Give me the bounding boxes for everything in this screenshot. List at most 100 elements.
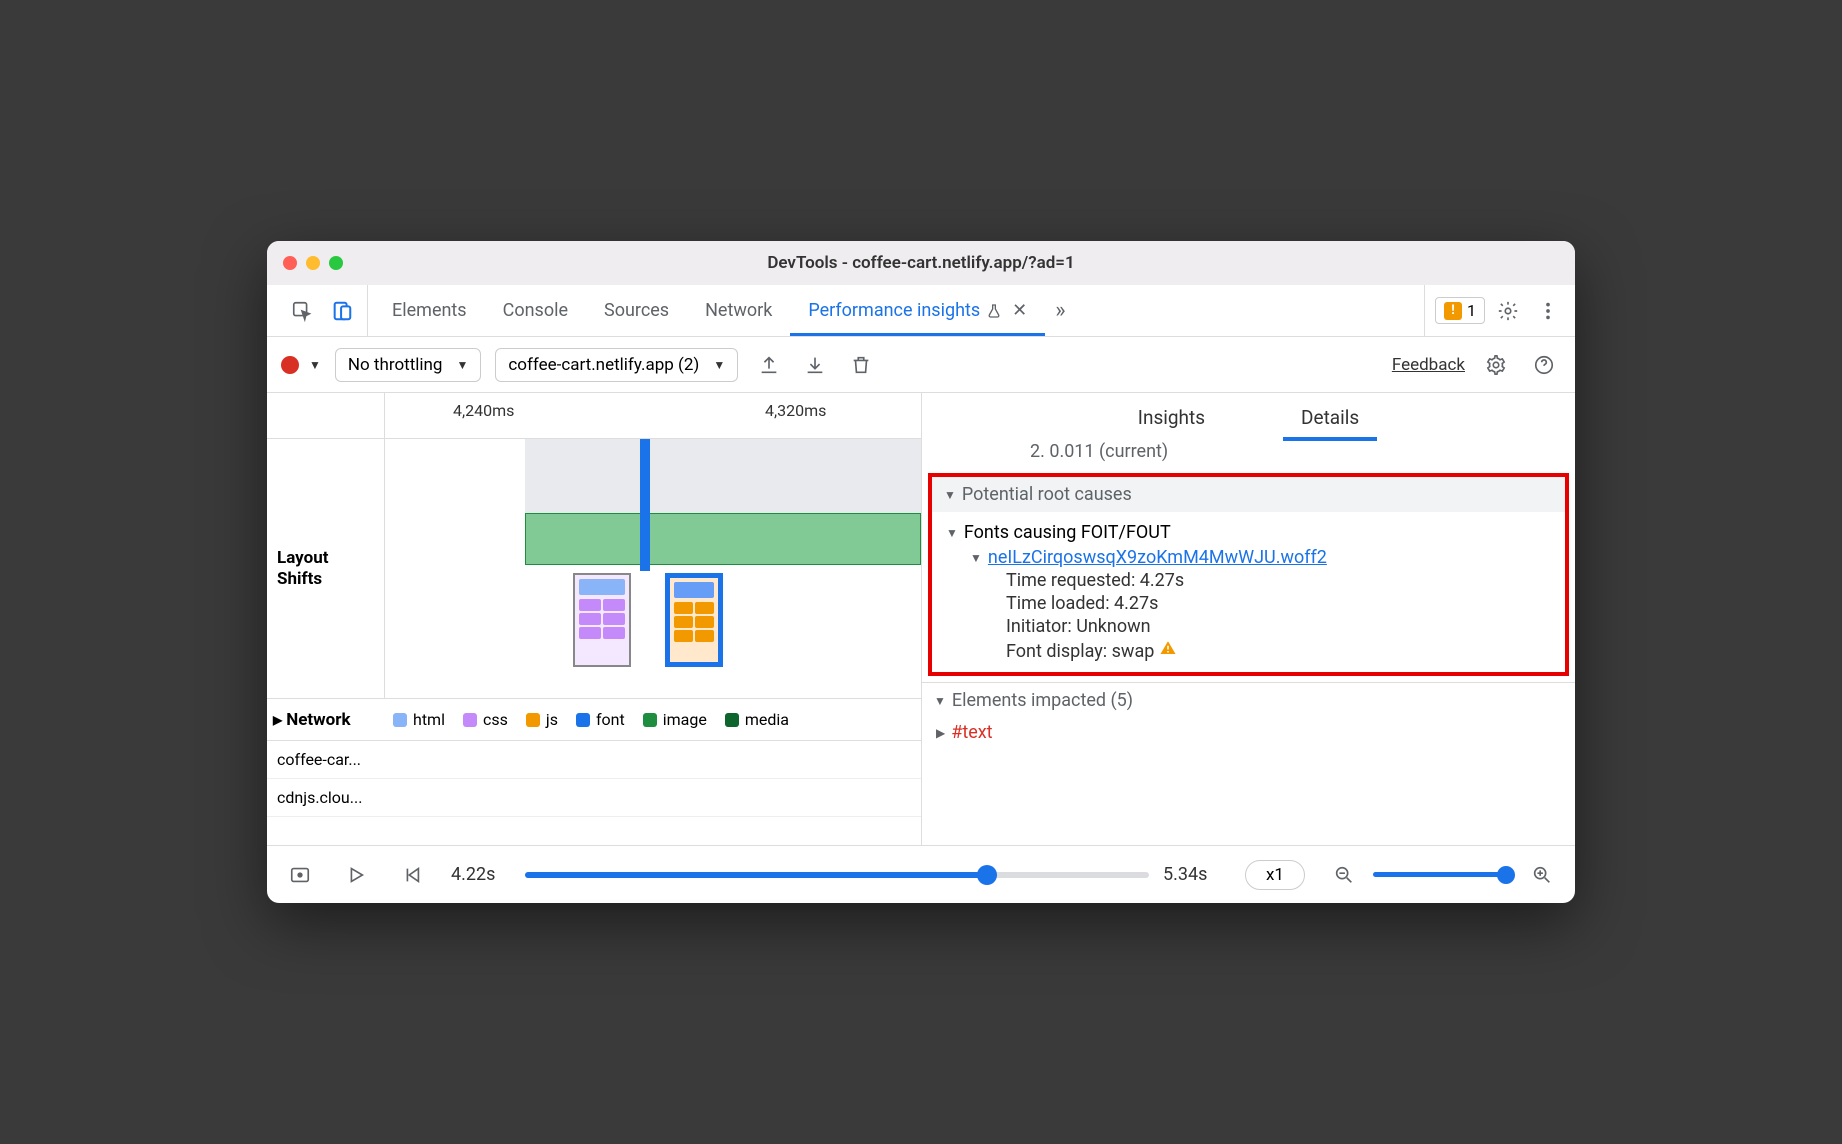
close-window-button[interactable] [283,256,297,270]
more-tabs-button[interactable]: » [1045,285,1075,336]
details-pane: Insights Details 2. 0.011 (current) ▼ Po… [922,393,1575,845]
panel-tab-bar: Elements Console Sources Network Perform… [267,285,1575,337]
record-icon [281,356,299,374]
network-items: coffee-car... cdnjs.clou... [267,741,921,817]
time-requested-row: Time requested: 4.27s [946,568,1551,591]
tab-elements[interactable]: Elements [374,285,485,336]
screenshot-toggle-button[interactable] [283,858,317,892]
zoom-slider[interactable] [1373,872,1513,877]
device-toolbar-button[interactable] [325,294,359,328]
help-button[interactable] [1527,348,1561,382]
legend-item-html: html [393,710,445,729]
network-item[interactable]: coffee-car... [267,741,921,779]
title-bar: DevTools - coffee-cart.netlify.app/?ad=1 [267,241,1575,285]
font-file-link[interactable]: neILzCirqoswsqX9zoKmM4MwWJU.woff2 [988,547,1327,568]
ls-region [525,439,921,513]
scrub-track[interactable] [525,872,1149,878]
delete-button[interactable] [844,348,878,382]
throttling-select[interactable]: No throttling ▼ [335,348,481,382]
root-causes-highlight: ▼ Potential root causes ▼ Fonts causing … [928,473,1569,676]
tab-performance-insights[interactable]: Performance insights ✕ [790,285,1045,336]
timeline-pane: 4,240ms 4,320ms Layout Shifts [267,393,922,845]
tab-details[interactable]: Details [1283,393,1377,441]
timeline-scrubber[interactable]: 4.22s 5.34s [451,864,1223,885]
playback-speed[interactable]: x1 [1245,860,1305,890]
tab-label: Elements [392,300,467,321]
chevron-down-icon: ▼ [309,358,321,372]
tab-insights[interactable]: Insights [1120,393,1223,441]
network-item[interactable]: cdnjs.clou... [267,779,921,817]
scrub-start-time: 4.22s [451,864,511,885]
tick-label: 4,320ms [765,401,826,420]
playback-bar: 4.22s 5.34s x1 [267,845,1575,903]
zoom-out-button[interactable] [1327,858,1361,892]
tab-label: Sources [604,300,669,321]
chevron-down-icon: ▼ [713,358,725,372]
chevron-down-icon: ▼ [934,694,946,708]
layout-shift-thumb-selected[interactable] [665,573,723,667]
record-button[interactable]: ▼ [281,356,321,374]
layout-shift-thumb[interactable] [573,573,631,667]
row-label: Layout Shifts [267,439,385,698]
download-button[interactable] [798,348,832,382]
legend-item-css: css [463,710,508,729]
play-button[interactable] [339,858,373,892]
flask-icon [986,303,1002,319]
settings-gear-button[interactable] [1491,294,1525,328]
row-label[interactable]: ▶ Network [267,710,385,730]
scrub-thumb[interactable] [977,865,997,885]
window-title: DevTools - coffee-cart.netlify.app/?ad=1 [767,253,1074,273]
tick-label: 4,240ms [453,401,514,420]
more-options-button[interactable] [1531,294,1565,328]
feedback-link[interactable]: Feedback [1392,355,1465,375]
ls-marker [640,439,650,571]
chevron-down-icon: ▼ [944,488,956,502]
tab-label: Network [705,300,772,321]
elements-impacted-header[interactable]: ▼ Elements impacted (5) [922,682,1575,718]
layout-shifts-row: Layout Shifts [267,439,921,699]
tab-sources[interactable]: Sources [586,285,687,336]
font-display-row: Font display: swap [946,637,1551,662]
initiator-row: Initiator: Unknown [946,614,1551,637]
legend-item-js: js [526,710,558,729]
zoom-control [1327,858,1559,892]
elements-impacted-body: ▶ #text [922,718,1575,747]
layout-shifts-body[interactable] [385,439,921,698]
page-select[interactable]: coffee-cart.netlify.app (2) ▼ [495,348,738,382]
root-causes-header[interactable]: ▼ Potential root causes [932,477,1565,512]
select-value: coffee-cart.netlify.app (2) [508,355,699,375]
upload-button[interactable] [752,348,786,382]
details-body: 2. 0.011 (current) ▼ Potential root caus… [922,441,1575,845]
scrub-fill [525,872,987,878]
rewind-button[interactable] [395,858,429,892]
element-node[interactable]: ▶ #text [936,722,1561,743]
timeline-ruler: 4,240ms 4,320ms [267,393,921,439]
warning-icon [1159,639,1179,657]
network-legend: html css js font image media [385,710,921,729]
inspect-element-button[interactable] [285,294,319,328]
root-causes-tree: ▼ Fonts causing FOIT/FOUT ▼ neILzCirqosw… [932,512,1565,672]
legend-item-media: media [725,710,789,729]
console-issues-badge[interactable]: ! 1 [1435,297,1485,324]
zoom-in-button[interactable] [1525,858,1559,892]
minimize-window-button[interactable] [306,256,320,270]
scrub-end-time: 5.34s [1163,864,1223,885]
legend-item-image: image [643,710,707,729]
maximize-window-button[interactable] [329,256,343,270]
chevron-right-icon: ▶ [273,713,282,727]
tab-network[interactable]: Network [687,285,790,336]
tab-console[interactable]: Console [485,285,586,336]
legend-item-font: font [576,710,625,729]
font-file-node[interactable]: ▼ neILzCirqoswsqX9zoKmM4MwWJU.woff2 [946,545,1551,568]
fonts-foit-fout-node[interactable]: ▼ Fonts causing FOIT/FOUT [946,520,1551,545]
main-content: 4,240ms 4,320ms Layout Shifts [267,393,1575,845]
ls-region [525,513,921,565]
performance-toolbar: ▼ No throttling ▼ coffee-cart.netlify.ap… [267,337,1575,393]
close-tab-button[interactable]: ✕ [1012,300,1027,321]
time-loaded-row: Time loaded: 4.27s [946,591,1551,614]
warning-icon: ! [1444,302,1462,320]
panel-settings-button[interactable] [1479,348,1513,382]
chevron-right-icon: ▶ [936,726,945,740]
chevron-down-icon: ▼ [456,358,468,372]
tab-label: Performance insights [808,300,980,321]
